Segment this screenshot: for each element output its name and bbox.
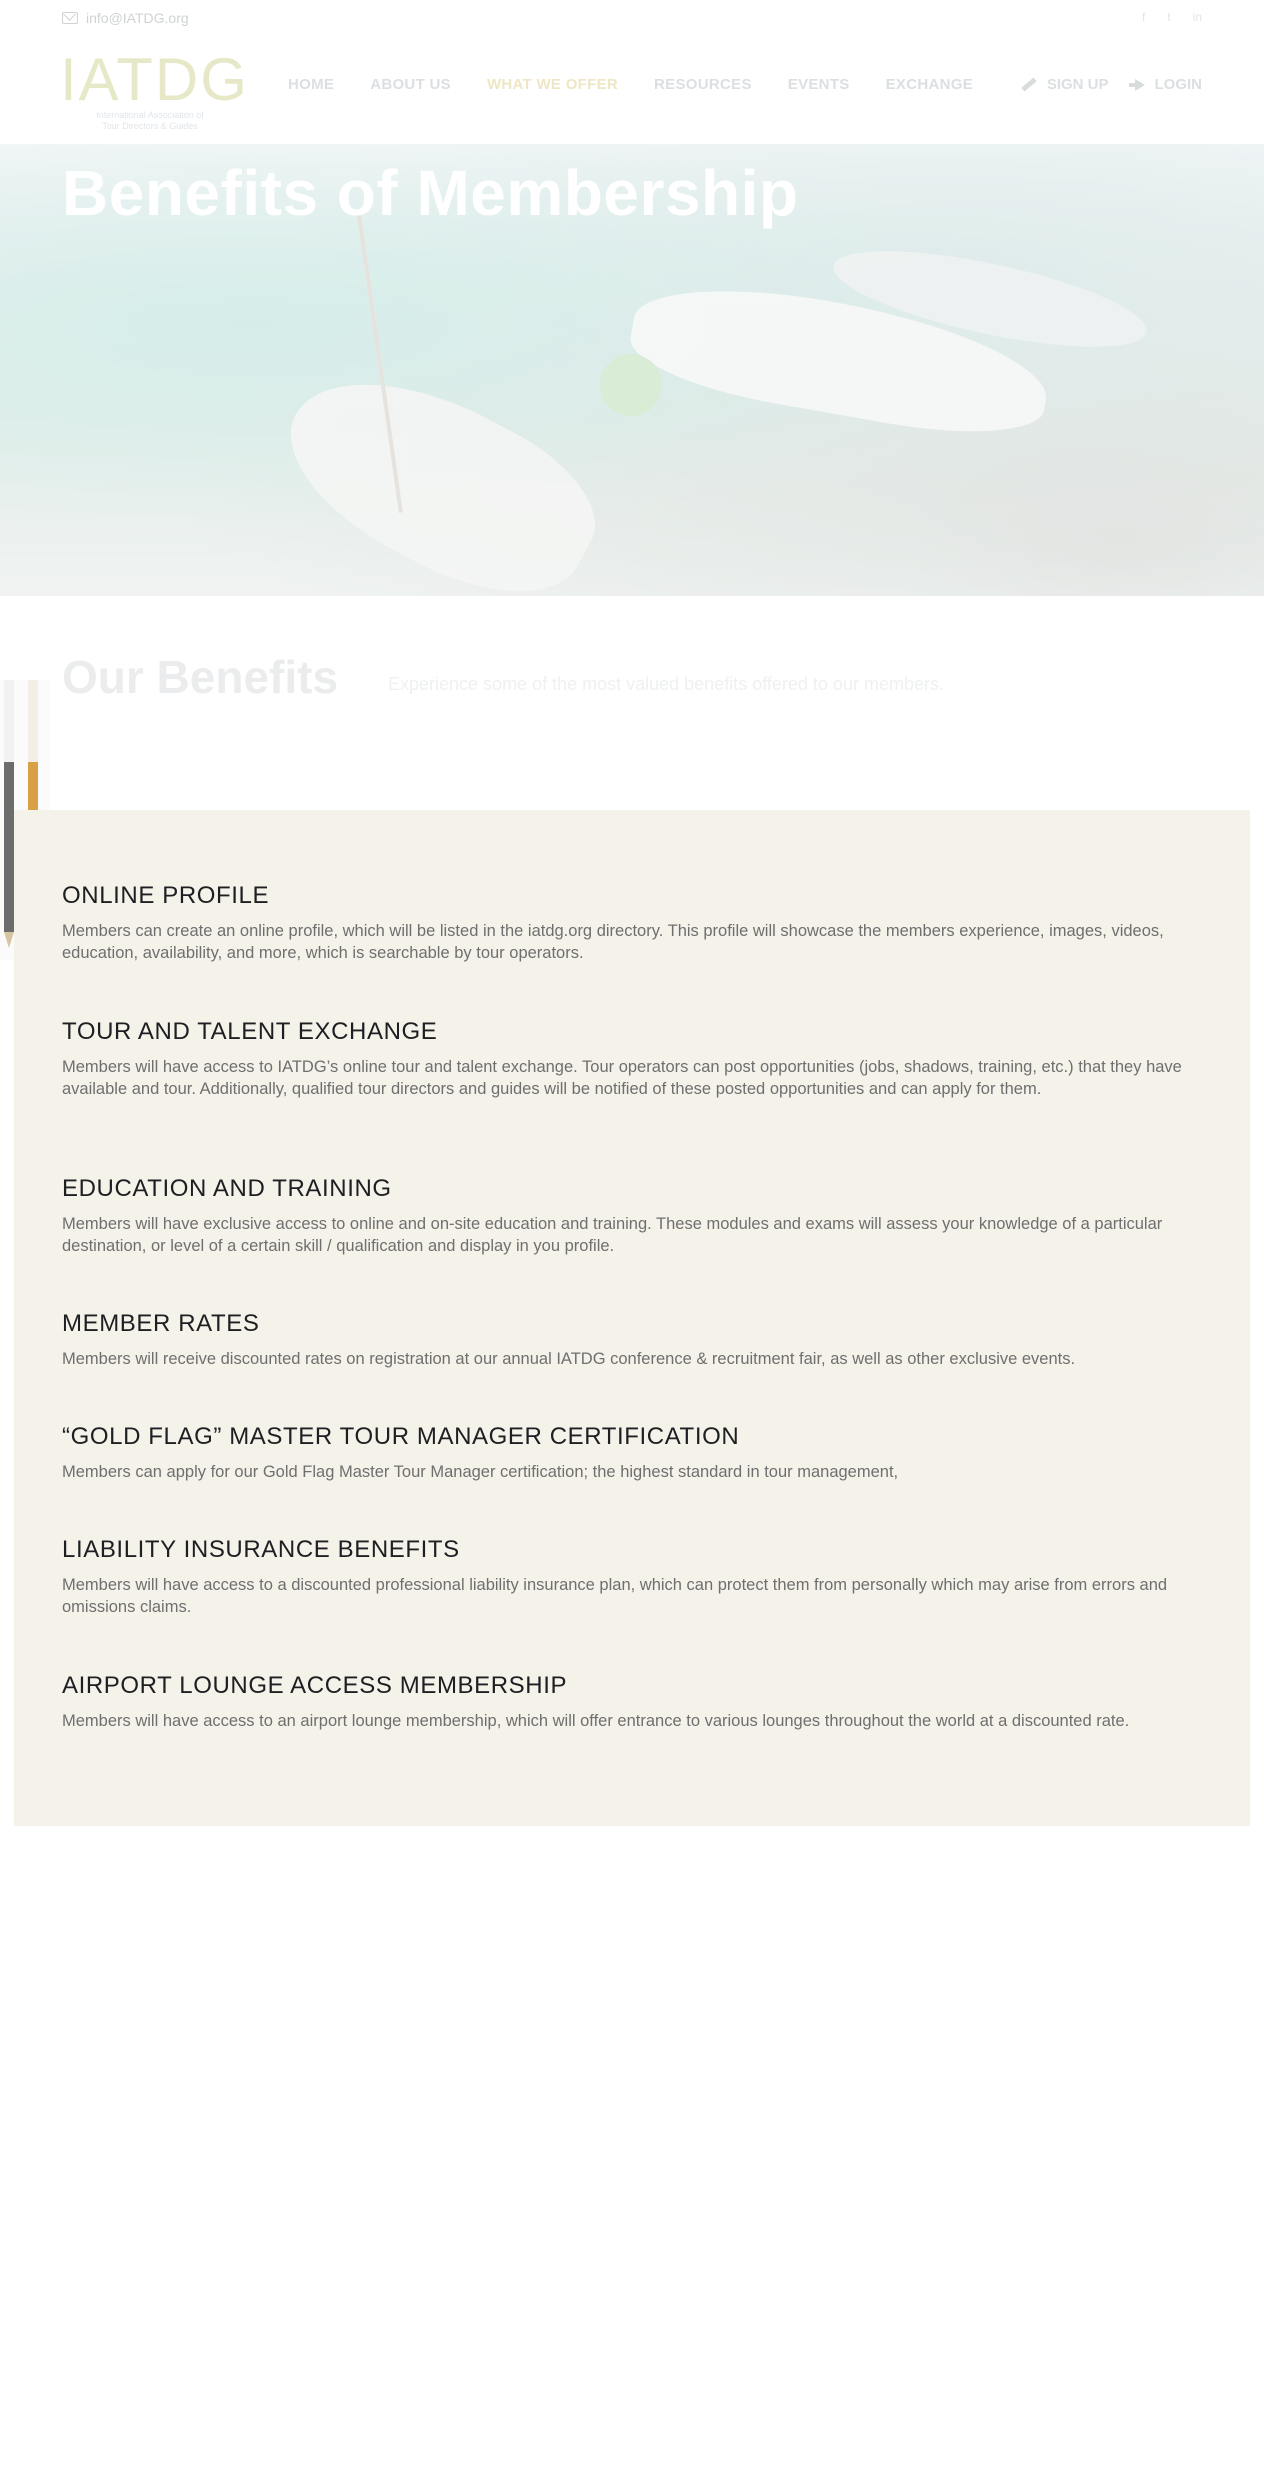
twitter-icon[interactable]: t	[1167, 10, 1170, 24]
benefits-panel: ONLINE PROFILE Members can create an onl…	[14, 810, 1250, 1826]
section-title: Our Benefits	[62, 651, 339, 703]
nav-item-exchange[interactable]: EXCHANGE	[886, 76, 973, 93]
nav-item-resources[interactable]: RESOURCES	[654, 76, 752, 93]
site-header: IATDG International Association of Tour …	[0, 36, 1264, 144]
social-links: f t in	[1142, 10, 1202, 24]
benefit-title: LIABILITY INSURANCE BENEFITS	[62, 1536, 460, 1563]
contact-email-link[interactable]: info@IATDG.org	[62, 10, 189, 26]
facebook-icon[interactable]: f	[1142, 10, 1145, 24]
benefit-title: MEMBER RATES	[62, 1310, 260, 1337]
site-logo[interactable]: IATDG International Association of Tour …	[60, 50, 250, 134]
benefit-item: AIRPORT LOUNGE ACCESS MEMBERSHIP Members…	[62, 1672, 1202, 1732]
pencil-icon	[1021, 77, 1037, 92]
benefit-text: Members will have access to IATDG’s onli…	[62, 1058, 1182, 1098]
hero-buoy	[600, 354, 662, 416]
section-subtitle: Experience some of the most valued benef…	[388, 674, 944, 694]
nav-item-home[interactable]: HOME	[288, 76, 334, 93]
benefit-text: Members can create an online profile, wh…	[62, 922, 1164, 962]
envelope-icon	[62, 12, 78, 24]
benefit-item: ONLINE PROFILE Members can create an onl…	[62, 882, 1202, 964]
login-label: LOGIN	[1154, 76, 1203, 93]
signup-label: SIGN UP	[1046, 76, 1109, 93]
benefit-item: LIABILITY INSURANCE BENEFITS Members wil…	[62, 1536, 1202, 1618]
benefit-item: EDUCATION AND TRAINING Members will have…	[62, 1175, 1202, 1257]
benefit-text: Members will have exclusive access to on…	[62, 1215, 1163, 1255]
benefit-text: Members will receive discounted rates on…	[62, 1350, 1076, 1368]
main-nav: HOME ABOUT US WHAT WE OFFER RESOURCES EV…	[288, 76, 973, 93]
nav-item-events[interactable]: EVENTS	[788, 76, 850, 93]
signup-button[interactable]: SIGN UP	[1021, 76, 1109, 93]
pencil-shaft-top-right	[28, 680, 38, 762]
benefit-item: “GOLD FLAG” MASTER TOUR MANAGER CERTIFIC…	[62, 1423, 1202, 1483]
benefit-item: MEMBER RATES Members will receive discou…	[62, 1310, 1202, 1370]
hero-rocks	[900, 444, 1264, 596]
linkedin-icon[interactable]: in	[1193, 10, 1202, 24]
page-title: Benefits of Membership	[62, 157, 799, 229]
benefit-title: EDUCATION AND TRAINING	[62, 1175, 392, 1202]
benefit-title: TOUR AND TALENT EXCHANGE	[62, 1018, 438, 1045]
pencil-shaft-top-left	[4, 680, 14, 762]
logo-tagline-line2: Tour Directors & Guides	[102, 121, 198, 131]
benefit-title: AIRPORT LOUNGE ACCESS MEMBERSHIP	[62, 1672, 568, 1699]
logo-mark: IATDG	[60, 46, 249, 113]
benefit-text: Members will have access to an airport l…	[62, 1712, 1130, 1730]
benefit-title: “GOLD FLAG” MASTER TOUR MANAGER CERTIFIC…	[62, 1423, 740, 1450]
sign-in-icon	[1128, 78, 1145, 91]
hero-banner: Benefits of Membership	[0, 144, 1264, 596]
contact-email-text: info@IATDG.org	[86, 10, 189, 26]
login-button[interactable]: LOGIN	[1128, 76, 1203, 93]
nav-item-about-us[interactable]: ABOUT US	[370, 76, 451, 93]
benefit-item: TOUR AND TALENT EXCHANGE Members will ha…	[62, 1018, 1202, 1100]
top-bar: info@IATDG.org f t in	[0, 0, 1264, 36]
benefit-text: Members can apply for our Gold Flag Mast…	[62, 1463, 899, 1481]
benefit-text: Members will have access to a discounted…	[62, 1576, 1168, 1616]
nav-item-what-we-offer[interactable]: WHAT WE OFFER	[487, 76, 618, 93]
benefit-title: ONLINE PROFILE	[62, 882, 270, 909]
auth-links: SIGN UP LOGIN	[1021, 76, 1202, 93]
pencil-graphite	[4, 762, 14, 948]
